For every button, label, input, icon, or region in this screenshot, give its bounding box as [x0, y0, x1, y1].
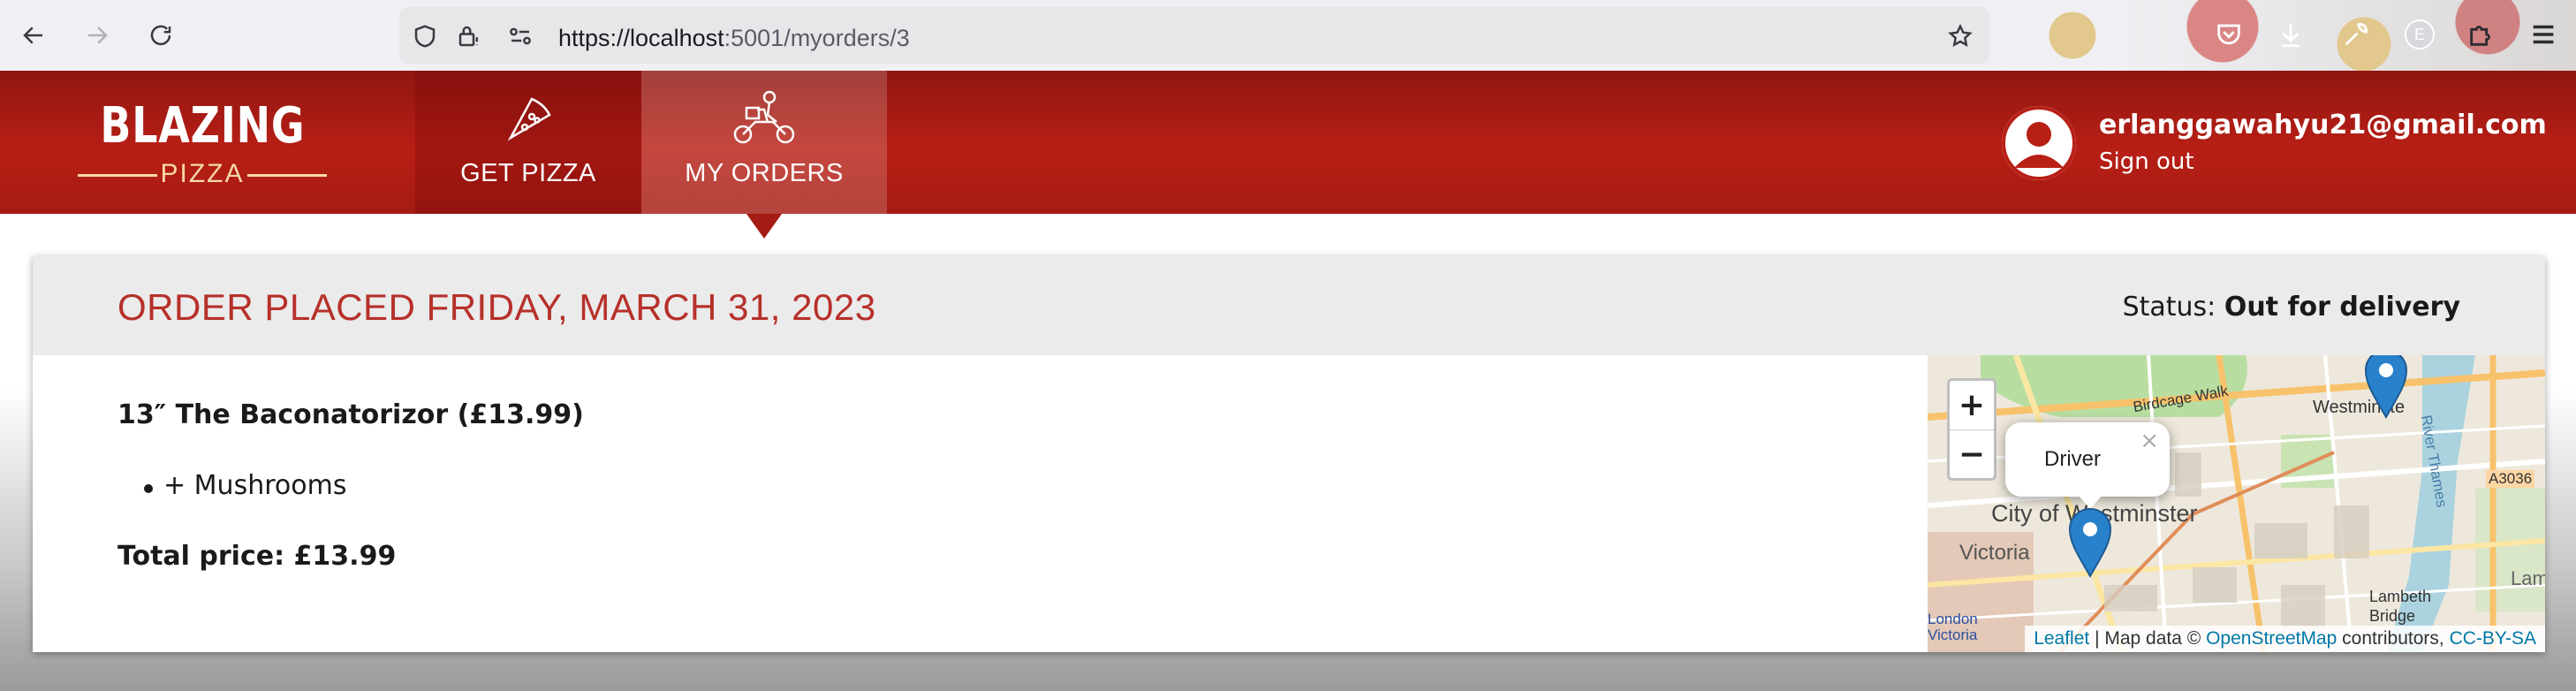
- pocket-icon[interactable]: [2214, 19, 2246, 51]
- driver-popup: Driver ×: [2005, 422, 2170, 497]
- pizza-slice-icon: [493, 87, 564, 148]
- order-header: ORDER PLACED FRIDAY, MARCH 31, 2023 Stat…: [33, 256, 2545, 355]
- nav-my-orders-label: MY ORDERS: [685, 159, 844, 187]
- downloads-icon[interactable]: [2276, 19, 2307, 51]
- zoom-out-button[interactable]: −: [1950, 430, 1994, 479]
- map-zoom-control: + −: [1947, 378, 1996, 481]
- logo-top-text: BLAZING: [100, 97, 306, 155]
- total-value: £13.99: [293, 541, 397, 572]
- back-icon[interactable]: [16, 18, 51, 53]
- lock-warning-icon[interactable]: [456, 23, 482, 49]
- nav-get-pizza[interactable]: GET PIZZA: [415, 71, 641, 214]
- order-card: ORDER PLACED FRIDAY, MARCH 31, 2023 Stat…: [33, 256, 2545, 652]
- site-permissions-icon[interactable]: [507, 23, 534, 49]
- status-value: Out for delivery: [2224, 292, 2460, 323]
- map-label-lambeth: Lambeth Bridge: [2369, 588, 2432, 625]
- driver-marker-icon[interactable]: [2068, 507, 2112, 579]
- order-details: 13″ The Baconatorizor (£13.99) + Mushroo…: [117, 355, 1884, 652]
- map-label-victoria: Victoria: [1959, 541, 2030, 565]
- order-title: ORDER PLACED FRIDAY, MARCH 31, 2023: [117, 286, 876, 328]
- topping-item: + Mushrooms: [163, 470, 347, 501]
- status-label: Status:: [2122, 292, 2216, 323]
- customize-tools-icon[interactable]: [2341, 19, 2373, 51]
- reload-icon[interactable]: [143, 18, 178, 53]
- delivery-map[interactable]: Birdcage Walk Westminste City of Westmin…: [1928, 355, 2545, 652]
- forward-icon[interactable]: [80, 18, 115, 53]
- map-label-road: A3036: [2486, 470, 2535, 488]
- order-status: Status: Out for delivery: [2123, 292, 2460, 323]
- extensions-puzzle-icon[interactable]: [2466, 19, 2498, 51]
- map-label-london-victoria: London Victoria: [1928, 611, 1978, 643]
- topping-bullet: [144, 484, 153, 493]
- logo-divider: [247, 174, 327, 177]
- user-info: erlanggawahyu21@gmail.com Sign out: [2002, 104, 2547, 184]
- menu-hamburger-icon[interactable]: [2528, 19, 2560, 51]
- user-email: erlanggawahyu21@gmail.com: [2099, 110, 2547, 140]
- map-label-lamb: Lamb: [2511, 567, 2545, 589]
- url-text[interactable]: https://localhost:5001/myorders/3: [558, 25, 910, 52]
- destination-marker-icon[interactable]: [2364, 355, 2408, 420]
- nav-get-pizza-label: GET PIZZA: [460, 159, 596, 187]
- extension-badge-icon[interactable]: E: [2405, 19, 2435, 49]
- address-bar[interactable]: https://localhost:5001/myorders/3: [399, 7, 1989, 64]
- openstreetmap-link[interactable]: OpenStreetMap: [2206, 628, 2337, 649]
- driver-popup-text: Driver: [2044, 447, 2101, 471]
- delivery-bike-icon: [729, 87, 799, 148]
- sign-out-link[interactable]: Sign out: [2099, 148, 2194, 175]
- pizza-item: 13″ The Baconatorizor (£13.99): [117, 399, 584, 430]
- nav-my-orders[interactable]: MY ORDERS: [641, 71, 887, 214]
- browser-toolbar: https://localhost:5001/myorders/3 E: [0, 0, 2576, 71]
- bookmark-star-icon[interactable]: [1947, 23, 1974, 49]
- user-avatar-icon: [2002, 106, 2076, 180]
- map-attribution: Leaflet | Map data © OpenStreetMap contr…: [2025, 626, 2545, 652]
- total-label: Total price:: [117, 541, 285, 572]
- active-nav-pointer: [746, 214, 782, 239]
- zoom-in-button[interactable]: +: [1950, 381, 1994, 430]
- popup-close-icon[interactable]: ×: [2140, 428, 2159, 454]
- blazing-pizza-logo[interactable]: BLAZING PIZZA: [78, 97, 327, 194]
- license-link[interactable]: CC-BY-SA: [2450, 628, 2536, 649]
- total-price: Total price: £13.99: [117, 541, 396, 572]
- leaflet-link[interactable]: Leaflet: [2034, 628, 2089, 649]
- shield-icon[interactable]: [412, 23, 438, 49]
